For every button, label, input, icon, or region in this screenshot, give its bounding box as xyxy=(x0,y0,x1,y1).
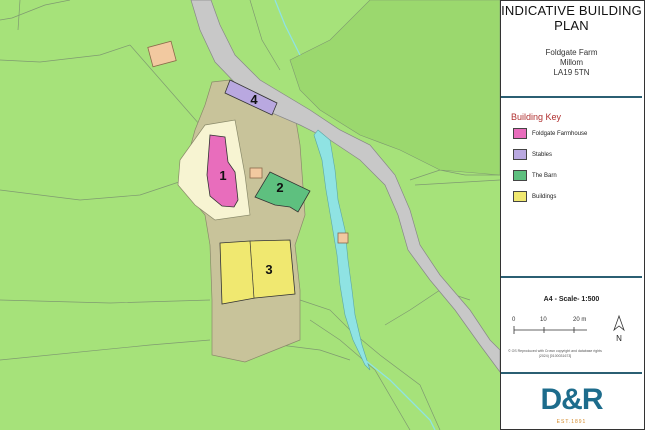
scale-tick-0: 0 xyxy=(512,317,516,323)
building-label-2: 2 xyxy=(276,180,283,195)
north-label: N xyxy=(616,334,622,343)
title-block: INDICATIVE BUILDING PLAN Foldgate Farm M… xyxy=(501,1,642,98)
north-arrow-icon xyxy=(613,314,625,332)
key-item-buildings: Buildings xyxy=(513,191,642,202)
key-label: Foldgate Farmhouse xyxy=(532,130,588,137)
key-label: Stables xyxy=(532,151,553,158)
swatch-green xyxy=(513,170,527,181)
swatch-yellow xyxy=(513,191,527,202)
key-label: Buildings xyxy=(532,193,557,200)
address: Foldgate Farm Millom LA19 5TN xyxy=(501,48,642,78)
building-label-1: 1 xyxy=(219,168,226,183)
swatch-pink xyxy=(513,128,527,139)
scale-bar: N xyxy=(513,314,625,343)
outbuilding-porch xyxy=(249,167,263,179)
info-panel: INDICATIVE BUILDING PLAN Foldgate Farm M… xyxy=(500,0,645,430)
building-label-3: 3 xyxy=(265,262,272,277)
site-map: 1 2 3 4 xyxy=(0,0,500,430)
swatch-purple xyxy=(513,149,527,160)
copyright-notice: © OS Reproduced with Crown copyright and… xyxy=(508,349,602,358)
town-name: Millom xyxy=(559,58,584,67)
logo-established: EST.1891 xyxy=(556,419,587,425)
building-3-buildings xyxy=(219,239,296,305)
company-logo: D&R xyxy=(540,383,604,416)
key-heading: Building Key xyxy=(511,112,562,122)
scale-tick-20: 20 m xyxy=(573,317,587,323)
building-key: Building Key Foldgate Farmhouse Stables … xyxy=(501,98,642,278)
logo-block: D&R EST.1891 xyxy=(501,374,642,429)
key-item-stables: Stables xyxy=(513,149,642,160)
farm-name: Foldgate Farm xyxy=(545,48,598,57)
key-item-barn: The Barn xyxy=(513,170,642,181)
building-label-4: 4 xyxy=(250,92,258,107)
postcode: LA19 5TN xyxy=(553,68,590,77)
key-item-farmhouse: Foldgate Farmhouse xyxy=(513,128,642,139)
scale-label: A4 - Scale- 1:500 xyxy=(543,296,600,303)
bridge xyxy=(337,232,349,244)
key-label: The Barn xyxy=(532,172,557,179)
plan-title: INDICATIVE BUILDING PLAN xyxy=(501,3,642,33)
scale-block: A4 - Scale- 1:500 N 0 10 20 m © OS Repro… xyxy=(501,278,642,374)
scale-tick-10: 10 xyxy=(540,317,547,323)
plan-page: 1 2 3 4 INDICATIVE BUILDING PLAN Foldgat… xyxy=(0,0,645,430)
